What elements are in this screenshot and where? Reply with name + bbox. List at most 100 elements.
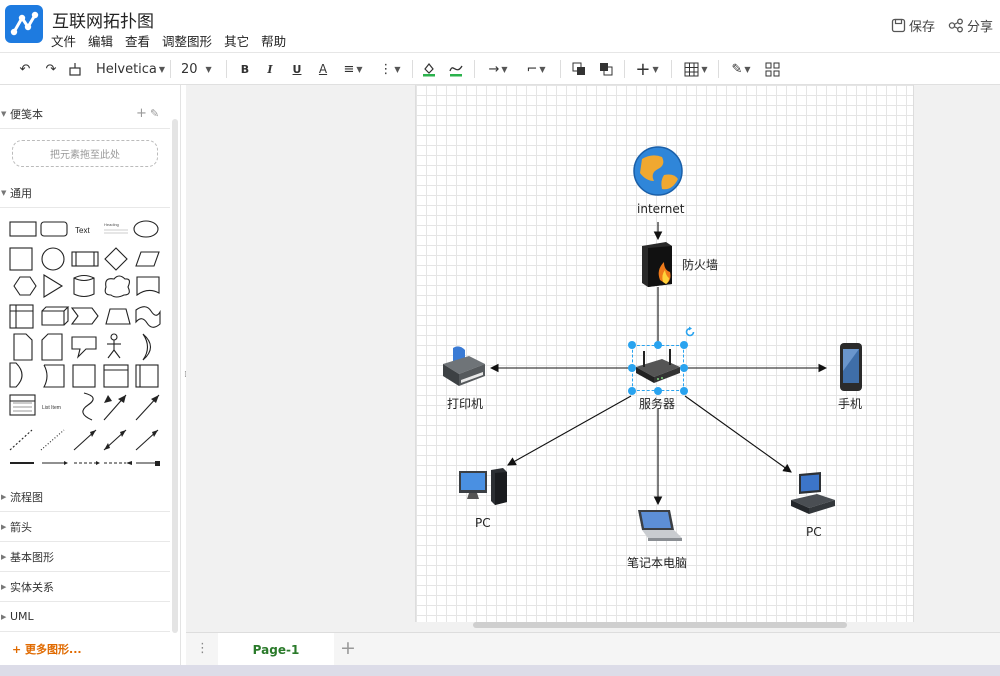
tab-page-1[interactable]: Page-1 [218, 633, 334, 666]
expand-triangle-icon: ▶ [1, 492, 7, 501]
mobile-phone-icon[interactable] [837, 341, 865, 393]
canvas-horizontal-scrollbar[interactable] [473, 622, 847, 628]
more-shapes-button[interactable]: + 更多图形... [12, 641, 82, 657]
selection-box [632, 345, 684, 391]
diagram-page[interactable]: internet 防火墙 服务器 打印机 手机 PC 笔记本电脑 PC [415, 85, 914, 622]
arrows-label: 箭头 [10, 520, 32, 534]
edit-pencil-icon[interactable]: ✎ [150, 107, 159, 120]
add-icon[interactable]: + [136, 106, 147, 121]
undo-icon[interactable]: ↶ [16, 59, 34, 79]
ellipse-shape [133, 220, 159, 238]
data-storage-shape [43, 364, 65, 388]
basic-shapes-header[interactable]: ▶ 基本图形 [0, 542, 170, 572]
diagram-canvas[interactable]: internet 防火墙 服务器 打印机 手机 PC 笔记本电脑 PC [186, 85, 1000, 632]
node-label-firewall[interactable]: 防火墙 [682, 256, 718, 273]
resize-handle-ne[interactable] [680, 341, 688, 349]
share-button[interactable]: 分享 [948, 16, 993, 35]
moon-shape [142, 333, 152, 361]
bold-button[interactable]: B [238, 59, 252, 79]
scratchpad-header[interactable]: ▼ 便笺本 + ✎ [0, 99, 170, 129]
save-label: 保存 [909, 20, 936, 35]
circle-shape [41, 247, 65, 271]
share-icon [948, 18, 963, 33]
cube-shape [41, 306, 70, 326]
node-label-laptop[interactable]: 笔记本电脑 [627, 554, 687, 571]
insert-icon[interactable]: + ▼ [632, 59, 662, 80]
expand-triangle-icon: ▶ [1, 612, 7, 621]
firewall-icon[interactable] [638, 240, 676, 288]
sidebar-scrollbar[interactable] [172, 119, 178, 633]
vertical-align-icon[interactable]: ⋮ ▼ [378, 59, 402, 79]
app-logo[interactable] [5, 5, 43, 43]
resize-handle-w[interactable] [628, 364, 636, 372]
general-header[interactable]: ▼ 通用 [0, 178, 170, 208]
bring-to-front-icon[interactable] [570, 59, 588, 79]
step-shape [70, 307, 99, 325]
table-icon[interactable]: ▼ [681, 59, 711, 79]
resize-handle-nw[interactable] [628, 341, 636, 349]
basic-shapes-label: 基本图形 [10, 550, 54, 564]
node-label-phone[interactable]: 手机 [838, 395, 862, 412]
menu-extras[interactable]: 其它 [224, 31, 249, 50]
diamond-shape [104, 247, 128, 271]
list-shape [9, 394, 36, 416]
collapse-triangle-icon: ▼ [1, 109, 7, 118]
triangle-shape [43, 274, 64, 298]
fill-color-icon[interactable] [421, 59, 437, 79]
waypoint-style-icon[interactable]: ⌐ ▼ [522, 59, 550, 79]
document-title[interactable]: 互联网拓扑图 [52, 7, 154, 32]
underline-button[interactable]: U [290, 59, 304, 79]
node-label-server[interactable]: 服务器 [639, 395, 675, 412]
resize-handle-sw[interactable] [628, 387, 636, 395]
trapezoid-shape [105, 308, 131, 325]
resize-handle-se[interactable] [680, 387, 688, 395]
node-label-internet[interactable]: internet [637, 202, 684, 216]
arrows-header[interactable]: ▶ 箭头 [0, 512, 170, 542]
add-page-icon[interactable]: + [340, 637, 356, 659]
flowchart-header[interactable]: ▶ 流程图 [0, 482, 170, 512]
menu-edit[interactable]: 编辑 [88, 31, 113, 50]
cloud-shape [104, 275, 131, 298]
menu-file[interactable]: 文件 [51, 31, 76, 50]
italic-button[interactable]: I [263, 59, 277, 79]
parallelogram-shape [135, 251, 160, 267]
resize-handle-s[interactable] [654, 387, 662, 395]
menu-bar: 文件 编辑 查看 调整图形 其它 帮助 [51, 31, 298, 50]
node-label-pc-right[interactable]: PC [806, 525, 822, 539]
scratchpad-drop-zone[interactable]: 把元素拖至此处 [12, 140, 158, 167]
shape-sidebar: ▼ 便笺本 + ✎ 把元素拖至此处 ▼ 通用 Text Heading List… [0, 85, 181, 665]
font-color-button[interactable]: A [316, 59, 330, 79]
card-shape [41, 333, 63, 361]
general-shapes-palette[interactable]: Text Heading List Item [6, 215, 166, 467]
uml-header[interactable]: ▶ UML [0, 602, 170, 632]
menu-arrange[interactable]: 调整图形 [162, 31, 212, 50]
save-button[interactable]: 保存 [891, 16, 935, 35]
page-tab-bar: ⋮ Page-1 + [186, 632, 1000, 666]
internet-globe-icon[interactable] [632, 145, 684, 197]
menu-view[interactable]: 查看 [125, 31, 150, 50]
node-label-pc-left[interactable]: PC [475, 516, 491, 530]
entity-relation-header[interactable]: ▶ 实体关系 [0, 572, 170, 602]
font-family-select[interactable]: Helvetica ▼ [96, 59, 165, 79]
font-size-select[interactable]: 20 ▼ [181, 59, 217, 79]
page-menu-icon[interactable]: ⋮ [196, 641, 209, 656]
rotate-handle-icon[interactable] [684, 326, 696, 338]
printer-icon[interactable] [439, 342, 489, 392]
connector-style-icon[interactable]: → ▼ [484, 59, 512, 79]
redo-icon[interactable]: ↷ [42, 59, 60, 79]
rounded-rectangle-shape [40, 221, 68, 237]
node-label-printer[interactable]: 打印机 [447, 395, 483, 412]
align-left-icon[interactable]: ≡ ▼ [340, 59, 366, 79]
send-to-back-icon[interactable] [597, 59, 615, 79]
menu-help[interactable]: 帮助 [261, 31, 286, 50]
resize-handle-e[interactable] [680, 364, 688, 372]
magic-tools-icon[interactable]: ✎ ▼ [726, 59, 756, 79]
format-painter-icon[interactable] [66, 59, 84, 79]
laptop-icon[interactable] [632, 508, 684, 544]
frame-shape [72, 364, 96, 388]
desktop-pc-icon[interactable] [457, 468, 509, 508]
shape-library-icon[interactable] [763, 59, 781, 79]
workstation-pc-icon[interactable] [789, 470, 837, 518]
line-color-icon[interactable] [447, 59, 465, 79]
resize-handle-n[interactable] [654, 341, 662, 349]
